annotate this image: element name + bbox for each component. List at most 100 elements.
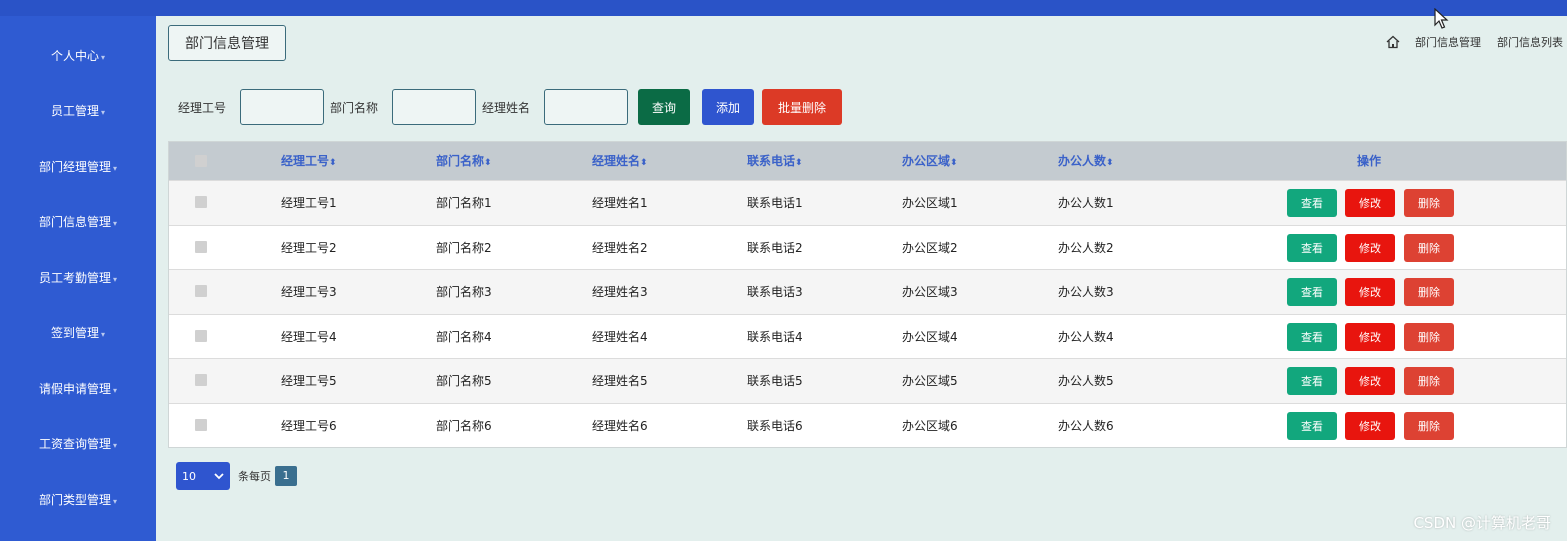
view-button[interactable]: 查看: [1287, 322, 1337, 351]
chevron-down-icon: ▾: [101, 330, 106, 339]
table-row: 经理工号2 部门名称2 经理姓名2 联系电话2 办公区域2 办公人数2 查看 修…: [169, 224, 1566, 269]
chevron-down-icon: ▾: [101, 53, 106, 62]
batch-delete-button[interactable]: 批量删除: [762, 89, 843, 125]
edit-button[interactable]: 修改: [1345, 322, 1395, 351]
cell-dept-name: 部门名称3: [436, 285, 492, 299]
mouse-cursor-icon: [1434, 8, 1449, 29]
edit-button[interactable]: 修改: [1345, 233, 1395, 262]
sidebar: 个人中心 ▾ 员工管理 ▾ 部门经理管理 ▾ 部门信息管理 ▾ 员工考勤管理 ▾ 签到管理…: [0, 16, 156, 541]
page-title-button[interactable]: 部门信息管理: [168, 25, 286, 61]
sidebar-item-label: 请假申请管理: [38, 382, 111, 396]
view-button[interactable]: 查看: [1287, 367, 1337, 395]
column-header-operations: 操作: [1357, 154, 1382, 168]
sidebar-item-label: 员工考勤管理: [38, 271, 111, 285]
delete-button[interactable]: 删除: [1404, 322, 1454, 351]
edit-button[interactable]: 修改: [1345, 189, 1395, 217]
sidebar-item-dept-manager[interactable]: 部门经理管理 ▾: [0, 152, 156, 182]
delete-button[interactable]: 删除: [1404, 367, 1454, 395]
sort-icon: ⬍: [329, 158, 337, 168]
row-checkbox[interactable]: [195, 285, 207, 297]
sidebar-item-dept-info[interactable]: 部门信息管理 ▾: [0, 207, 156, 237]
column-header-office-area[interactable]: 办公区域⬍: [902, 142, 958, 180]
cell-manager-id: 经理工号1: [281, 196, 337, 210]
cell-phone: 联系电话4: [747, 329, 803, 344]
sidebar-item-salary[interactable]: 工资查询管理 ▾: [0, 429, 156, 459]
delete-button[interactable]: 删除: [1404, 411, 1454, 440]
sort-icon: ⬍: [950, 158, 958, 168]
delete-button[interactable]: 删除: [1404, 189, 1454, 217]
sidebar-item-label: 签到管理: [50, 326, 99, 340]
sidebar-item-attendance[interactable]: 员工考勤管理 ▾: [0, 263, 156, 293]
cell-dept-name: 部门名称4: [436, 329, 492, 344]
cell-phone: 联系电话6: [747, 418, 803, 433]
table-row: 经理工号4 部门名称4 经理姓名4 联系电话4 办公区域4 办公人数4 查看 修…: [169, 313, 1566, 358]
sidebar-item-employee[interactable]: 员工管理 ▾: [0, 96, 156, 126]
cell-office-area: 办公区域2: [902, 240, 958, 255]
row-checkbox[interactable]: [195, 418, 207, 431]
dept-name-input[interactable]: [392, 89, 477, 125]
cell-manager-name: 经理姓名6: [592, 418, 648, 433]
search-bar: 经理工号 部门名称 经理姓名 查询 添加 批量删除: [178, 88, 843, 126]
sidebar-item-leave[interactable]: 请假申请管理 ▾: [0, 374, 156, 404]
sidebar-item-dept-type[interactable]: 部门类型管理 ▾: [0, 485, 156, 515]
row-checkbox[interactable]: [195, 240, 207, 253]
cell-staff-count: 办公人数2: [1058, 240, 1114, 255]
edit-button[interactable]: 修改: [1345, 367, 1395, 395]
cell-manager-name: 经理姓名1: [592, 196, 648, 210]
cell-manager-name: 经理姓名5: [592, 374, 648, 388]
table-header: 经理工号⬍ 部门名称⬍ 经理姓名⬍ 联系电话⬍ 办公区域⬍ 办公人数⬍ 操作: [169, 142, 1566, 180]
cell-staff-count: 办公人数6: [1058, 418, 1114, 433]
page-number-button[interactable]: 1: [275, 466, 297, 486]
add-button[interactable]: 添加: [702, 89, 755, 125]
delete-button[interactable]: 删除: [1404, 233, 1454, 262]
breadcrumb-item: 部门信息列表: [1497, 36, 1563, 49]
table-row: 经理工号6 部门名称6 经理姓名6 联系电话6 办公区域6 办公人数6 查看 修…: [169, 402, 1566, 447]
view-button[interactable]: 查看: [1287, 189, 1337, 217]
pagination: 10 条每页 1: [176, 462, 297, 490]
edit-button[interactable]: 修改: [1345, 278, 1395, 306]
edit-button[interactable]: 修改: [1345, 411, 1395, 440]
breadcrumb-item[interactable]: 部门信息管理: [1415, 34, 1481, 50]
manager-id-input[interactable]: [240, 89, 325, 125]
cell-staff-count: 办公人数1: [1058, 196, 1114, 210]
chevron-down-icon: ▾: [113, 497, 118, 506]
column-header-staff-count[interactable]: 办公人数⬍: [1058, 142, 1114, 180]
chevron-down-icon: ▾: [113, 441, 118, 450]
cell-staff-count: 办公人数4: [1058, 329, 1114, 344]
page-size-select[interactable]: 10: [176, 462, 230, 490]
view-button[interactable]: 查看: [1287, 278, 1337, 306]
home-icon[interactable]: [1385, 35, 1401, 49]
chevron-down-icon: ▾: [113, 386, 118, 395]
search-label-manager-id: 经理工号: [178, 100, 227, 115]
delete-button[interactable]: 删除: [1404, 278, 1454, 306]
data-table: 经理工号⬍ 部门名称⬍ 经理姓名⬍ 联系电话⬍ 办公区域⬍ 办公人数⬍ 操作 经…: [168, 141, 1567, 448]
sort-icon: ⬍: [795, 158, 803, 168]
column-header-manager-name[interactable]: 经理姓名⬍: [592, 142, 648, 180]
row-checkbox[interactable]: [195, 374, 207, 386]
row-checkbox[interactable]: [195, 196, 207, 208]
cell-office-area: 办公区域5: [902, 374, 958, 388]
sidebar-item-label: 个人中心: [50, 49, 99, 63]
sidebar-item-label: 工资查询管理: [38, 437, 111, 451]
column-header-manager-id[interactable]: 经理工号⬍: [281, 142, 337, 180]
view-button[interactable]: 查看: [1287, 233, 1337, 262]
sidebar-item-personal-center[interactable]: 个人中心 ▾: [0, 41, 156, 71]
column-header-dept-name[interactable]: 部门名称⬍: [436, 142, 492, 180]
cell-phone: 联系电话5: [747, 374, 803, 388]
view-button[interactable]: 查看: [1287, 411, 1337, 440]
select-all-checkbox[interactable]: [195, 155, 207, 167]
manager-name-input[interactable]: [544, 89, 629, 125]
chevron-down-icon: ▾: [101, 108, 106, 117]
column-header-phone[interactable]: 联系电话⬍: [747, 142, 803, 180]
sidebar-item-sign-in[interactable]: 签到管理 ▾: [0, 318, 156, 348]
row-checkbox[interactable]: [195, 329, 207, 342]
cell-manager-id: 经理工号2: [281, 240, 337, 255]
cell-phone: 联系电话1: [747, 196, 803, 210]
sort-icon: ⬍: [640, 158, 648, 168]
cell-manager-id: 经理工号5: [281, 374, 337, 388]
query-button[interactable]: 查询: [638, 89, 691, 125]
cell-office-area: 办公区域6: [902, 418, 958, 433]
page-size-label: 条每页: [238, 470, 271, 483]
breadcrumb: 部门信息管理 部门信息列表: [1385, 34, 1563, 50]
sort-icon: ⬍: [484, 158, 492, 168]
